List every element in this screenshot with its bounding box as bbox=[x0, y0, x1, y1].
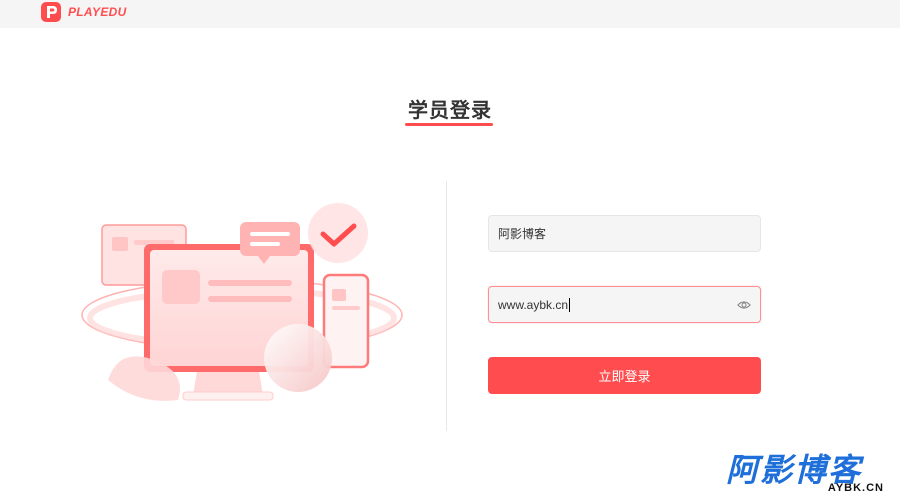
login-page: PLAYEDU 学员登录 阿影博客 www.aybk.cn 立即登录 阿影博客 … bbox=[0, 0, 900, 499]
watermark-logo: 阿影博客 AYBK.CN bbox=[726, 453, 886, 495]
brand-logo[interactable]: PLAYEDU bbox=[40, 1, 127, 23]
brand-name: PLAYEDU bbox=[68, 5, 127, 19]
playedu-logo-icon bbox=[41, 2, 61, 22]
login-button[interactable]: 立即登录 bbox=[488, 357, 761, 394]
eye-icon[interactable] bbox=[737, 298, 751, 312]
page-title: 学员登录 bbox=[408, 100, 492, 122]
password-field[interactable]: www.aybk.cn bbox=[488, 286, 761, 323]
text-caret bbox=[569, 297, 571, 312]
top-bar: PLAYEDU bbox=[0, 0, 900, 28]
watermark-sub-text: AYBK.CN bbox=[827, 482, 884, 494]
password-value: www.aybk.cn bbox=[498, 297, 569, 312]
username-field[interactable] bbox=[488, 215, 761, 252]
password-input[interactable]: www.aybk.cn bbox=[498, 297, 737, 312]
computer-devices-illustration bbox=[81, 203, 403, 401]
title-underline bbox=[405, 123, 493, 126]
username-input[interactable] bbox=[498, 226, 751, 241]
vertical-divider bbox=[446, 181, 447, 431]
